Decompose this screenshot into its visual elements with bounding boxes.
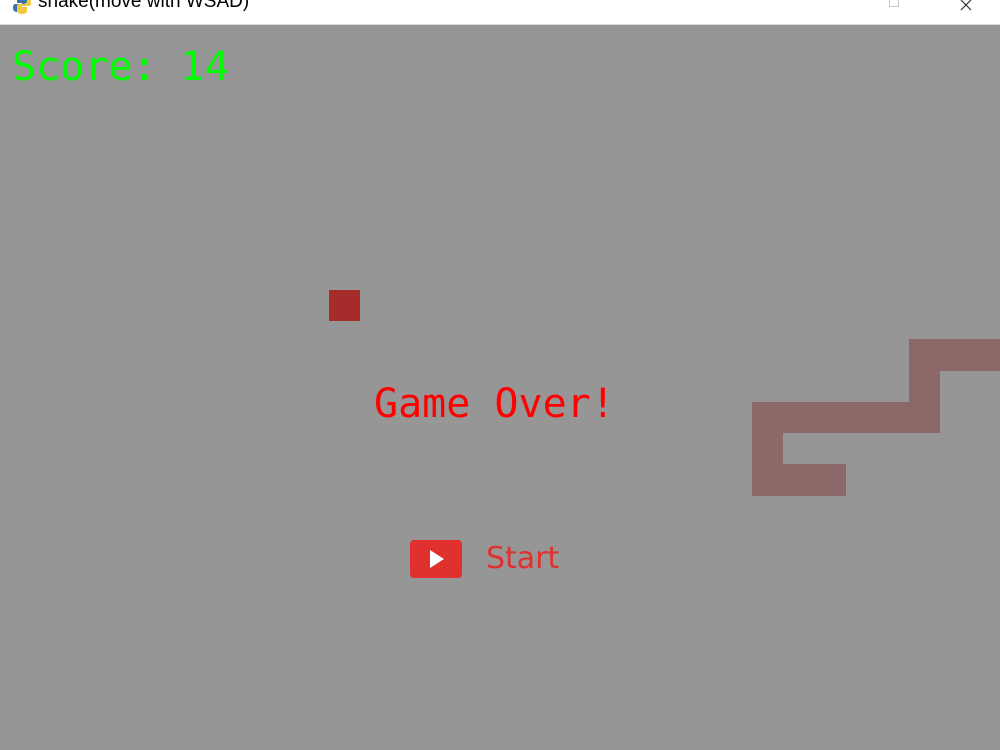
snake-segment xyxy=(752,402,940,433)
close-button[interactable] xyxy=(943,0,989,24)
window-title: snake(move with WSAD) xyxy=(38,0,250,12)
score-display: Score: 14 xyxy=(12,44,229,90)
snake-segment xyxy=(909,339,1000,371)
play-icon xyxy=(410,540,462,578)
food-block xyxy=(329,290,360,321)
close-icon xyxy=(960,0,972,11)
start-label: Start xyxy=(486,541,560,576)
maximize-icon xyxy=(889,0,899,7)
maximize-button[interactable] xyxy=(871,0,917,24)
snake-segment xyxy=(752,433,783,464)
snake-segment xyxy=(752,464,846,496)
game-canvas[interactable]: Score: 14 Game Over! Start xyxy=(0,25,1000,750)
game-over-message: Game Over! xyxy=(374,381,615,427)
snake-segment xyxy=(909,371,940,402)
start-button[interactable]: Start xyxy=(410,537,559,581)
python-icon xyxy=(13,0,31,14)
game-window: snake(move with WSAD) Score: 14 Game Ove… xyxy=(0,0,1000,750)
title-bar[interactable]: snake(move with WSAD) xyxy=(0,0,1000,25)
